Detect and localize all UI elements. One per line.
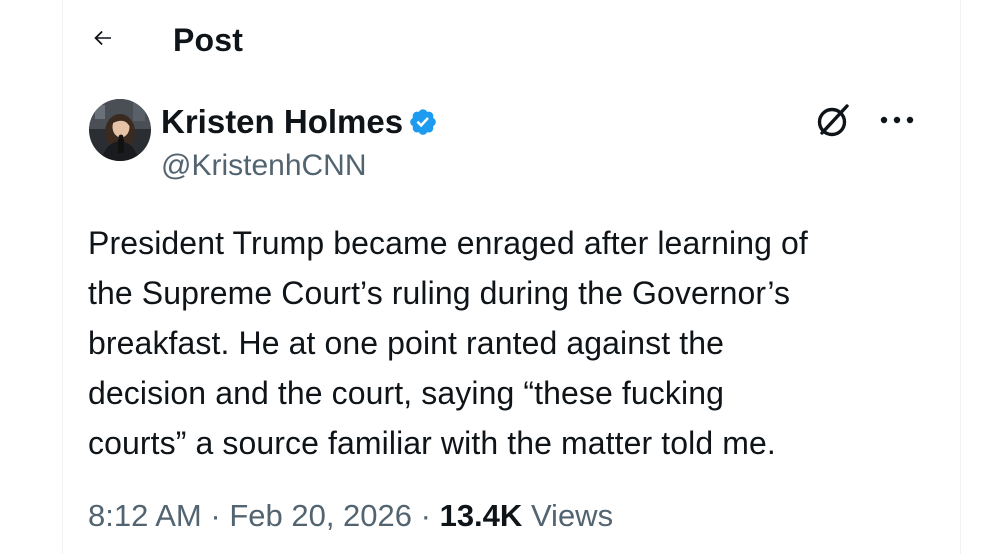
verified-badge-icon[interactable] [408, 107, 438, 137]
meta-separator-1: · [201, 498, 230, 533]
more-button[interactable] [877, 102, 917, 138]
page-header: Post [63, 0, 960, 82]
arrow-left-icon [94, 30, 111, 46]
more-dots-icon [880, 116, 914, 124]
post-date[interactable]: Feb 20, 2026 [229, 498, 412, 533]
display-name-row: Kristen Holmes [161, 100, 438, 144]
grok-icon [817, 104, 849, 137]
meta-separator-2: · [412, 498, 440, 533]
avatar[interactable] [89, 99, 151, 161]
display-name[interactable]: Kristen Holmes [161, 100, 403, 144]
post-meta: 8:12 AM · Feb 20, 2026 · 13.4K Views [88, 494, 613, 538]
author-handle[interactable]: @KristenhCNN [161, 146, 438, 186]
views-count[interactable]: 13.4K [440, 498, 523, 533]
author-names: Kristen Holmes @KristenhCNN [161, 100, 438, 186]
post-author: Kristen Holmes @KristenhCNN [89, 96, 937, 192]
page-title: Post [173, 22, 244, 58]
avatar-image [89, 99, 151, 161]
post-text: President Trump became enraged after lea… [88, 225, 808, 461]
post-detail-panel: Post Kristen Holmes @KristenhCNN Preside… [62, 0, 961, 554]
grok-button[interactable] [811, 98, 855, 142]
back-button[interactable] [85, 20, 121, 56]
post-time[interactable]: 8:12 AM [88, 498, 202, 533]
views-label: Views [530, 498, 614, 533]
